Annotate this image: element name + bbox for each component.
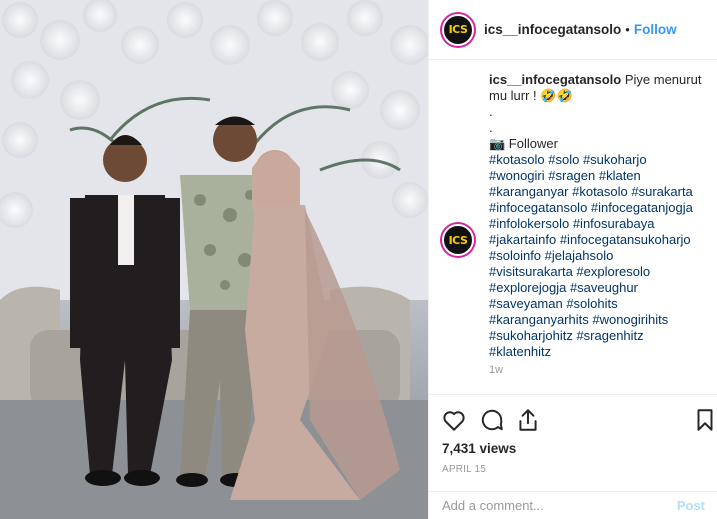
hashtag-line[interactable]: #jakartainfo #infocegatansukoharjo: [489, 232, 712, 248]
hashtag-line[interactable]: #infolokersolo #infosurabaya: [489, 216, 712, 232]
post-media[interactable]: [0, 0, 428, 519]
profile-avatar[interactable]: ICS: [442, 13, 474, 46]
post-comment-button[interactable]: Post: [677, 498, 705, 513]
hashtag-line[interactable]: #saveyaman #solohits: [489, 296, 712, 312]
comment-input[interactable]: [442, 498, 677, 513]
hashtag-line[interactable]: #karanganyar #kotasolo #surakarta: [489, 184, 712, 200]
view-count[interactable]: 7,431 views: [442, 441, 516, 456]
share-icon[interactable]: [515, 407, 541, 433]
header-separator: •: [625, 22, 630, 37]
post-panel: ICS ics__infocegatansolo • Follow ics__i…: [428, 0, 717, 519]
hashtag-line[interactable]: #visitsurakarta #exploresolo: [489, 264, 712, 280]
hashtag-line[interactable]: #wonogiri #sragen #klaten: [489, 168, 712, 184]
hashtag-line[interactable]: #soloinfo #jelajahsolo: [489, 248, 712, 264]
caption-area: ics__infocegatansolo Piye menurut mu lur…: [429, 72, 717, 384]
hashtag-line[interactable]: #infocegatansolo #infocegatanjogja: [489, 200, 712, 216]
hashtag-line[interactable]: #kotasolo #solo #sukoharjo: [489, 152, 712, 168]
hashtag-line[interactable]: #explorejogja #saveughur: [489, 280, 712, 296]
follow-button[interactable]: Follow: [634, 22, 677, 37]
comment-bubble-icon[interactable]: [479, 407, 505, 433]
heart-icon[interactable]: [441, 407, 467, 433]
time-ago[interactable]: 1w: [489, 364, 712, 376]
follower-line: 📷 Follower: [489, 136, 558, 151]
caption-username[interactable]: ics__infocegatansolo: [489, 72, 621, 87]
caption-dot-1: .: [489, 104, 493, 119]
hashtag-line[interactable]: #karanganyarhits #wonogirihits: [489, 312, 712, 328]
caption-dot-2: .: [489, 120, 493, 135]
hashtag-line[interactable]: #klatenhitz: [489, 344, 712, 360]
post-header: ICS ics__infocegatansolo • Follow: [429, 0, 717, 60]
hashtag-line[interactable]: #sukoharjohitz #sragenhitz: [489, 328, 712, 344]
bookmark-icon[interactable]: [692, 407, 717, 433]
header-username[interactable]: ics__infocegatansolo: [484, 22, 621, 37]
comment-bar: Post: [429, 491, 717, 519]
avatar-logo-text: ICS: [448, 233, 468, 247]
avatar-logo-text: ICS: [448, 23, 468, 36]
post-date[interactable]: APRIL 15: [442, 464, 486, 475]
comment-avatar[interactable]: ICS: [442, 224, 474, 256]
hashtag-list: #kotasolo #solo #sukoharjo #wonogiri #sr…: [489, 152, 712, 360]
caption-main: ics__infocegatansolo Piye menurut mu lur…: [489, 72, 712, 104]
wedding-photo: [0, 0, 428, 519]
